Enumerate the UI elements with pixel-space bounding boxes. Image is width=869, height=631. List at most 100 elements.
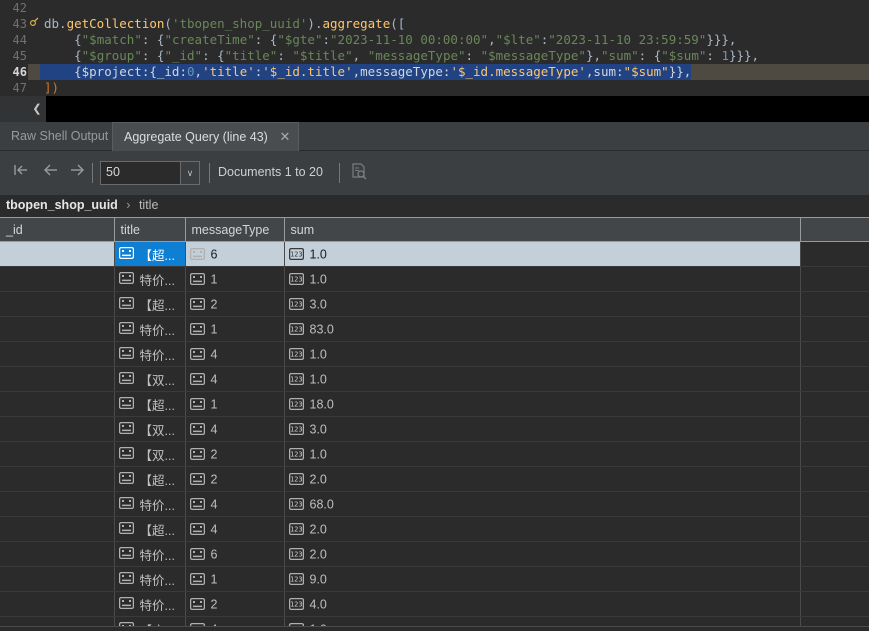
cell-id[interactable]	[0, 466, 115, 492]
cell-id[interactable]	[0, 266, 115, 292]
close-icon[interactable]: ✕	[276, 122, 294, 151]
code-line[interactable]: 43 db.getCollection('tbopen_shop_uuid').a…	[0, 16, 869, 32]
cell-empty[interactable]	[800, 341, 869, 367]
cell-messagetype[interactable]: 2	[185, 441, 285, 467]
cell-messagetype[interactable]: 1	[185, 266, 285, 292]
cell-id[interactable]	[0, 241, 115, 267]
cell-empty[interactable]	[800, 241, 869, 267]
column-header-messagetype[interactable]: messageType	[185, 217, 285, 242]
cell-messagetype[interactable]: 4	[185, 366, 285, 392]
cell-empty[interactable]	[800, 491, 869, 517]
cell-id[interactable]	[0, 366, 115, 392]
cell-title[interactable]: 特价...	[114, 341, 186, 367]
document-search-icon[interactable]	[348, 162, 370, 184]
breadcrumb-field[interactable]: title	[139, 198, 158, 212]
first-page-icon[interactable]	[10, 162, 32, 184]
cell-sum[interactable]: 123 68.0	[284, 491, 801, 517]
cell-title[interactable]: 【双...	[114, 366, 186, 392]
cell-title[interactable]: 特价...	[114, 316, 186, 342]
cell-title[interactable]: 【双...	[114, 416, 186, 442]
cell-title[interactable]: 【双...	[114, 441, 186, 467]
code-line[interactable]: 47])	[0, 80, 869, 96]
collapse-chevron-icon[interactable]: ❮	[28, 96, 46, 122]
cell-empty[interactable]	[800, 591, 869, 617]
cell-id[interactable]	[0, 516, 115, 542]
cell-id[interactable]	[0, 491, 115, 517]
table-row[interactable]: 特价... 1 123 1.0	[0, 266, 869, 292]
tab-aggregate-query[interactable]: Aggregate Query (line 43)	[112, 122, 299, 151]
run-query-marker-icon[interactable]	[28, 16, 40, 32]
cell-messagetype[interactable]: 2	[185, 291, 285, 317]
next-page-icon[interactable]	[66, 162, 88, 184]
cell-messagetype[interactable]: 4	[185, 491, 285, 517]
table-row[interactable]: 【双... 2 123 1.0	[0, 441, 869, 467]
code-line[interactable]: 44 {"$match": {"createTime": {"$gte":"20…	[0, 32, 869, 48]
cell-title[interactable]: 特价...	[114, 491, 186, 517]
cell-title[interactable]: 【超...	[114, 291, 186, 317]
cell-sum[interactable]: 123 18.0	[284, 391, 801, 417]
table-row[interactable]: 【超... 6 123 1.0	[0, 241, 869, 267]
cell-empty[interactable]	[800, 441, 869, 467]
cell-id[interactable]	[0, 566, 115, 592]
table-row[interactable]: 【双... 4 123 3.0	[0, 416, 869, 442]
table-row[interactable]: 特价... 1 123 9.0	[0, 566, 869, 592]
previous-page-icon[interactable]	[40, 162, 62, 184]
table-row[interactable]: 特价... 6 123 2.0	[0, 541, 869, 567]
cell-sum[interactable]: 123 2.0	[284, 516, 801, 542]
cell-empty[interactable]	[800, 366, 869, 392]
cell-title[interactable]: 特价...	[114, 566, 186, 592]
cell-messagetype[interactable]: 4	[185, 516, 285, 542]
cell-sum[interactable]: 123 1.0	[284, 441, 801, 467]
cell-messagetype[interactable]: 6	[185, 241, 285, 267]
cell-messagetype[interactable]: 4	[185, 341, 285, 367]
result-table-container[interactable]: _id title messageType sum 【超... 6 123 1.0 特价…	[0, 217, 869, 628]
cell-sum[interactable]: 123 1.0	[284, 366, 801, 392]
cell-empty[interactable]	[800, 416, 869, 442]
table-row[interactable]: 特价... 2 123 4.0	[0, 591, 869, 617]
column-header-title[interactable]: title	[114, 217, 186, 242]
cell-sum[interactable]: 123 9.0	[284, 566, 801, 592]
cell-id[interactable]	[0, 291, 115, 317]
table-row[interactable]: 特价... 1 123 83.0	[0, 316, 869, 342]
cell-id[interactable]	[0, 591, 115, 617]
cell-title[interactable]: 【超...	[114, 466, 186, 492]
cell-id[interactable]	[0, 341, 115, 367]
cell-empty[interactable]	[800, 466, 869, 492]
cell-empty[interactable]	[800, 291, 869, 317]
cell-messagetype[interactable]: 4	[185, 416, 285, 442]
cell-title[interactable]: 【超...	[114, 391, 186, 417]
code-line[interactable]: 42	[0, 0, 869, 16]
cell-messagetype[interactable]: 1	[185, 316, 285, 342]
breadcrumb-collection[interactable]: tbopen_shop_uuid	[6, 198, 118, 212]
cell-sum[interactable]: 123 3.0	[284, 416, 801, 442]
column-header-sum[interactable]: sum	[284, 217, 801, 242]
cell-sum[interactable]: 123 2.0	[284, 466, 801, 492]
table-row[interactable]: 【超... 1 123 18.0	[0, 391, 869, 417]
code-line[interactable]: 45 {"$group": {"_id": {"title": "$title"…	[0, 48, 869, 64]
cell-sum[interactable]: 123 83.0	[284, 316, 801, 342]
cell-empty[interactable]	[800, 541, 869, 567]
table-row[interactable]: 特价... 4 123 68.0	[0, 491, 869, 517]
cell-messagetype[interactable]: 1	[185, 391, 285, 417]
cell-title[interactable]: 特价...	[114, 541, 186, 567]
cell-empty[interactable]	[800, 566, 869, 592]
cell-sum[interactable]: 123 2.0	[284, 541, 801, 567]
table-row[interactable]: 【超... 2 123 3.0	[0, 291, 869, 317]
cell-id[interactable]	[0, 416, 115, 442]
cell-sum[interactable]: 123 1.0	[284, 241, 801, 267]
cell-empty[interactable]	[800, 316, 869, 342]
cell-id[interactable]	[0, 541, 115, 567]
code-line[interactable]: 46 {$project:{_id:0,'title':'$_id.title'…	[0, 64, 869, 80]
cell-sum[interactable]: 123 4.0	[284, 591, 801, 617]
cell-sum[interactable]: 123 1.0	[284, 266, 801, 292]
cell-messagetype[interactable]: 6	[185, 541, 285, 567]
table-row[interactable]: 【双... 4 123 1.0	[0, 366, 869, 392]
cell-id[interactable]	[0, 391, 115, 417]
table-row[interactable]: 【超... 4 123 2.0	[0, 516, 869, 542]
cell-sum[interactable]: 123 1.0	[284, 341, 801, 367]
cell-sum[interactable]: 123 3.0	[284, 291, 801, 317]
cell-empty[interactable]	[800, 266, 869, 292]
column-header-id[interactable]: _id	[0, 217, 115, 242]
cell-empty[interactable]	[800, 391, 869, 417]
cell-id[interactable]	[0, 316, 115, 342]
